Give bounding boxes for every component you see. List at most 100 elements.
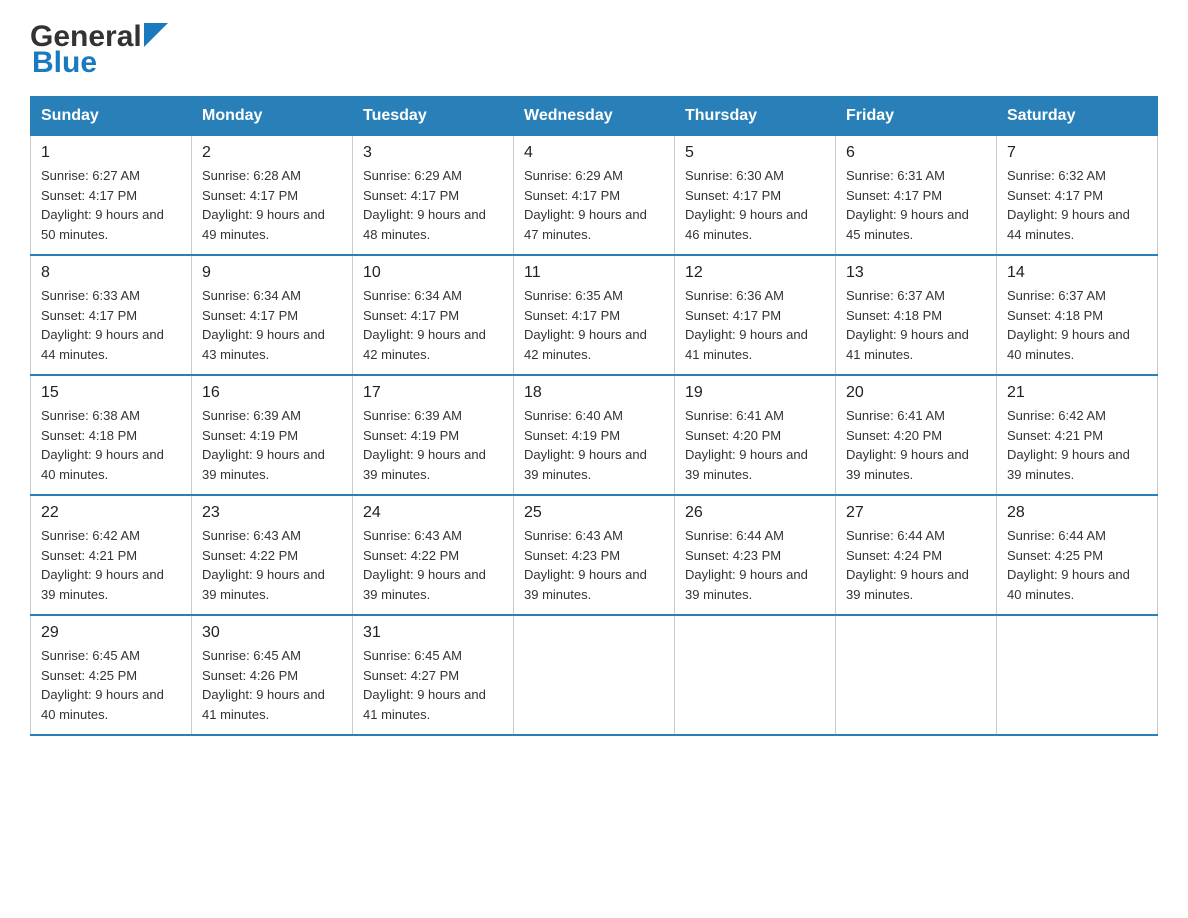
day-info: Sunrise: 6:34 AM Sunset: 4:17 PM Dayligh… [363, 286, 503, 364]
sunrise-label: Sunrise: 6:34 AM [363, 288, 462, 303]
day-number: 25 [524, 504, 664, 522]
sunset-label: Sunset: 4:17 PM [1007, 188, 1103, 203]
logo-blue: Blue [32, 46, 97, 80]
page-header: General Blue [30, 20, 1158, 80]
daylight-label: Daylight: 9 hours and 39 minutes. [524, 447, 647, 482]
day-number: 31 [363, 624, 503, 642]
day-info: Sunrise: 6:38 AM Sunset: 4:18 PM Dayligh… [41, 406, 181, 484]
calendar-cell [514, 615, 675, 735]
sunrise-label: Sunrise: 6:44 AM [685, 528, 784, 543]
calendar-cell: 15 Sunrise: 6:38 AM Sunset: 4:18 PM Dayl… [31, 375, 192, 495]
sunrise-label: Sunrise: 6:35 AM [524, 288, 623, 303]
sunset-label: Sunset: 4:19 PM [524, 428, 620, 443]
day-number: 23 [202, 504, 342, 522]
calendar-cell: 5 Sunrise: 6:30 AM Sunset: 4:17 PM Dayli… [675, 136, 836, 256]
calendar-cell: 14 Sunrise: 6:37 AM Sunset: 4:18 PM Dayl… [997, 255, 1158, 375]
daylight-label: Daylight: 9 hours and 39 minutes. [202, 567, 325, 602]
sunrise-label: Sunrise: 6:29 AM [363, 168, 462, 183]
calendar-cell: 8 Sunrise: 6:33 AM Sunset: 4:17 PM Dayli… [31, 255, 192, 375]
sunrise-label: Sunrise: 6:43 AM [524, 528, 623, 543]
sunrise-label: Sunrise: 6:44 AM [1007, 528, 1106, 543]
day-info: Sunrise: 6:41 AM Sunset: 4:20 PM Dayligh… [846, 406, 986, 484]
daylight-label: Daylight: 9 hours and 39 minutes. [363, 567, 486, 602]
sunrise-label: Sunrise: 6:43 AM [363, 528, 462, 543]
calendar-cell: 17 Sunrise: 6:39 AM Sunset: 4:19 PM Dayl… [353, 375, 514, 495]
calendar-cell: 20 Sunrise: 6:41 AM Sunset: 4:20 PM Dayl… [836, 375, 997, 495]
daylight-label: Daylight: 9 hours and 39 minutes. [202, 447, 325, 482]
calendar-cell: 10 Sunrise: 6:34 AM Sunset: 4:17 PM Dayl… [353, 255, 514, 375]
day-info: Sunrise: 6:43 AM Sunset: 4:22 PM Dayligh… [363, 526, 503, 604]
daylight-label: Daylight: 9 hours and 41 minutes. [363, 687, 486, 722]
day-number: 2 [202, 144, 342, 162]
week-row-3: 15 Sunrise: 6:38 AM Sunset: 4:18 PM Dayl… [31, 375, 1158, 495]
daylight-label: Daylight: 9 hours and 40 minutes. [1007, 327, 1130, 362]
sunrise-label: Sunrise: 6:42 AM [1007, 408, 1106, 423]
calendar-body: 1 Sunrise: 6:27 AM Sunset: 4:17 PM Dayli… [31, 136, 1158, 736]
week-row-5: 29 Sunrise: 6:45 AM Sunset: 4:25 PM Dayl… [31, 615, 1158, 735]
daylight-label: Daylight: 9 hours and 40 minutes. [41, 687, 164, 722]
daylight-label: Daylight: 9 hours and 39 minutes. [1007, 447, 1130, 482]
daylight-label: Daylight: 9 hours and 44 minutes. [41, 327, 164, 362]
calendar-table: SundayMondayTuesdayWednesdayThursdayFrid… [30, 96, 1158, 736]
daylight-label: Daylight: 9 hours and 39 minutes. [524, 567, 647, 602]
daylight-label: Daylight: 9 hours and 44 minutes. [1007, 207, 1130, 242]
daylight-label: Daylight: 9 hours and 42 minutes. [524, 327, 647, 362]
calendar-cell: 21 Sunrise: 6:42 AM Sunset: 4:21 PM Dayl… [997, 375, 1158, 495]
day-info: Sunrise: 6:37 AM Sunset: 4:18 PM Dayligh… [1007, 286, 1147, 364]
day-number: 22 [41, 504, 181, 522]
day-number: 17 [363, 384, 503, 402]
calendar-cell [836, 615, 997, 735]
sunrise-label: Sunrise: 6:37 AM [846, 288, 945, 303]
calendar-cell: 19 Sunrise: 6:41 AM Sunset: 4:20 PM Dayl… [675, 375, 836, 495]
daylight-label: Daylight: 9 hours and 45 minutes. [846, 207, 969, 242]
sunrise-label: Sunrise: 6:40 AM [524, 408, 623, 423]
day-info: Sunrise: 6:28 AM Sunset: 4:17 PM Dayligh… [202, 166, 342, 244]
daylight-label: Daylight: 9 hours and 47 minutes. [524, 207, 647, 242]
sunset-label: Sunset: 4:25 PM [1007, 548, 1103, 563]
sunrise-label: Sunrise: 6:36 AM [685, 288, 784, 303]
calendar-cell: 31 Sunrise: 6:45 AM Sunset: 4:27 PM Dayl… [353, 615, 514, 735]
day-info: Sunrise: 6:29 AM Sunset: 4:17 PM Dayligh… [524, 166, 664, 244]
day-number: 6 [846, 144, 986, 162]
day-number: 7 [1007, 144, 1147, 162]
week-row-4: 22 Sunrise: 6:42 AM Sunset: 4:21 PM Dayl… [31, 495, 1158, 615]
day-number: 30 [202, 624, 342, 642]
header-monday: Monday [192, 97, 353, 136]
day-info: Sunrise: 6:27 AM Sunset: 4:17 PM Dayligh… [41, 166, 181, 244]
calendar-cell: 16 Sunrise: 6:39 AM Sunset: 4:19 PM Dayl… [192, 375, 353, 495]
day-info: Sunrise: 6:31 AM Sunset: 4:17 PM Dayligh… [846, 166, 986, 244]
sunrise-label: Sunrise: 6:44 AM [846, 528, 945, 543]
daylight-label: Daylight: 9 hours and 49 minutes. [202, 207, 325, 242]
sunrise-label: Sunrise: 6:27 AM [41, 168, 140, 183]
sunset-label: Sunset: 4:18 PM [1007, 308, 1103, 323]
sunset-label: Sunset: 4:25 PM [41, 668, 137, 683]
daylight-label: Daylight: 9 hours and 39 minutes. [846, 447, 969, 482]
day-number: 10 [363, 264, 503, 282]
sunrise-label: Sunrise: 6:43 AM [202, 528, 301, 543]
sunrise-label: Sunrise: 6:41 AM [846, 408, 945, 423]
daylight-label: Daylight: 9 hours and 41 minutes. [202, 687, 325, 722]
day-number: 16 [202, 384, 342, 402]
daylight-label: Daylight: 9 hours and 39 minutes. [363, 447, 486, 482]
week-row-2: 8 Sunrise: 6:33 AM Sunset: 4:17 PM Dayli… [31, 255, 1158, 375]
sunset-label: Sunset: 4:22 PM [202, 548, 298, 563]
daylight-label: Daylight: 9 hours and 48 minutes. [363, 207, 486, 242]
sunset-label: Sunset: 4:23 PM [524, 548, 620, 563]
sunset-label: Sunset: 4:17 PM [363, 308, 459, 323]
day-number: 14 [1007, 264, 1147, 282]
sunset-label: Sunset: 4:19 PM [202, 428, 298, 443]
day-info: Sunrise: 6:32 AM Sunset: 4:17 PM Dayligh… [1007, 166, 1147, 244]
day-number: 19 [685, 384, 825, 402]
logo-triangle-icon [144, 23, 168, 47]
header-thursday: Thursday [675, 97, 836, 136]
week-row-1: 1 Sunrise: 6:27 AM Sunset: 4:17 PM Dayli… [31, 136, 1158, 256]
daylight-label: Daylight: 9 hours and 39 minutes. [685, 447, 808, 482]
header-tuesday: Tuesday [353, 97, 514, 136]
day-number: 4 [524, 144, 664, 162]
sunset-label: Sunset: 4:20 PM [846, 428, 942, 443]
day-info: Sunrise: 6:36 AM Sunset: 4:17 PM Dayligh… [685, 286, 825, 364]
day-info: Sunrise: 6:42 AM Sunset: 4:21 PM Dayligh… [1007, 406, 1147, 484]
day-info: Sunrise: 6:45 AM Sunset: 4:27 PM Dayligh… [363, 646, 503, 724]
day-info: Sunrise: 6:35 AM Sunset: 4:17 PM Dayligh… [524, 286, 664, 364]
sunrise-label: Sunrise: 6:41 AM [685, 408, 784, 423]
